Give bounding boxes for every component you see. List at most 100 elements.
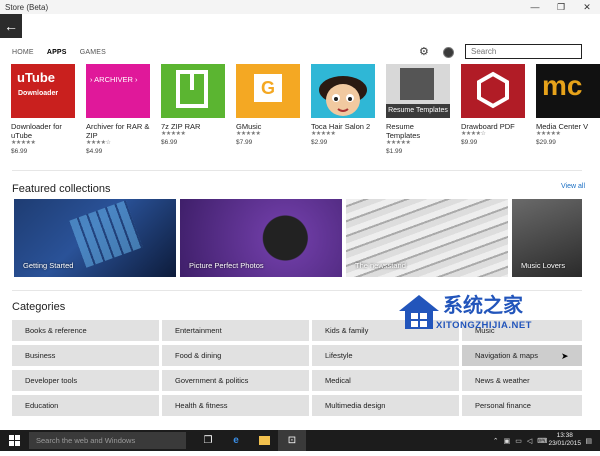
app-rating: ★★★★☆ <box>86 140 111 146</box>
app-card[interactable]: 7z ZIP RAR ★★★★★ $6.99 <box>161 64 225 147</box>
category-tile[interactable]: Books & reference <box>12 320 159 341</box>
category-tile[interactable]: Medical <box>312 370 459 391</box>
store-taskbar-icon[interactable]: ⊡ <box>278 430 306 451</box>
minimize-button[interactable]: — <box>522 0 548 14</box>
collection-label: Getting Started <box>23 261 74 270</box>
category-tile[interactable]: News & weather <box>462 370 582 391</box>
app-name[interactable]: Media Center V <box>536 122 600 131</box>
app-card[interactable]: Drawboard PDF ★★★★☆ $9.99 <box>461 64 525 147</box>
window-controls: — ❐ ✕ <box>522 0 600 14</box>
tab-apps[interactable]: APPS <box>47 49 67 56</box>
category-tile[interactable]: Multimedia design <box>312 395 459 416</box>
app-card[interactable]: Resume Templates Resume Templates ★★★★★ … <box>386 64 450 156</box>
tab-home[interactable]: HOME <box>12 49 34 56</box>
collection-picture-perfect-photos[interactable]: Picture Perfect Photos <box>180 199 342 277</box>
back-button[interactable]: ← <box>0 14 22 38</box>
app-rating: ★★★★★ <box>161 131 186 137</box>
tray-network-icon[interactable]: ▣ <box>504 437 511 445</box>
category-tile[interactable]: Health & fitness <box>162 395 309 416</box>
collection-music-lovers[interactable]: Music Lovers <box>512 199 582 277</box>
app-tile[interactable]: mc <box>536 64 600 118</box>
ie-browser-icon[interactable]: e <box>222 430 250 451</box>
app-price: $6.99 <box>11 148 28 155</box>
tray-volume-icon[interactable]: ◁ <box>527 437 532 445</box>
app-price: $7.99 <box>236 139 253 146</box>
section-divider <box>12 170 582 171</box>
drawboard-hex-icon <box>477 71 509 109</box>
app-name[interactable]: Resume Templates <box>386 122 450 140</box>
app-name[interactable]: Drawboard PDF <box>461 122 525 131</box>
category-tile[interactable]: Government & politics <box>162 370 309 391</box>
app-tile[interactable] <box>161 64 225 118</box>
featured-collections-title: Featured collections <box>12 183 111 195</box>
back-arrow-icon: ← <box>4 18 18 34</box>
app-price: $4.99 <box>86 148 103 155</box>
utube-logo: uTube <box>17 70 56 85</box>
action-center-icon[interactable]: ▤ <box>585 437 592 445</box>
taskbar-search-box[interactable]: Search the web and Windows <box>29 432 186 449</box>
avatar[interactable] <box>443 47 454 58</box>
app-card[interactable]: › ARCHIVER › Archiver for RAR & ZIP ★★★★… <box>86 64 150 156</box>
nav-tabs: HOME APPS GAMES <box>12 49 106 56</box>
clock-date: 23/01/2015 <box>548 440 581 447</box>
app-tile[interactable] <box>461 64 525 118</box>
category-tile[interactable]: Developer tools <box>12 370 159 391</box>
archiver-logo: › ARCHIVER › <box>90 75 138 84</box>
category-tile[interactable]: Education <box>12 395 159 416</box>
phone-tiles-image <box>69 200 143 268</box>
resume-doc-icon <box>400 68 434 100</box>
category-tile[interactable]: Personal finance <box>462 395 582 416</box>
category-tile[interactable]: Food & dining <box>162 345 309 366</box>
app-rating: ★★★★☆ <box>461 131 486 137</box>
category-tile[interactable]: Entertainment <box>162 320 309 341</box>
windows-logo-icon <box>9 435 20 446</box>
app-name[interactable]: Toca Hair Salon 2 <box>311 122 375 131</box>
search-input[interactable] <box>465 44 582 59</box>
mouse-cursor-icon: ➤ <box>561 351 569 361</box>
gear-icon[interactable]: ⚙ <box>419 46 431 58</box>
app-tile[interactable] <box>311 64 375 118</box>
zip-icon <box>176 70 208 108</box>
start-button[interactable] <box>0 430 28 451</box>
app-price: $9.99 <box>461 139 478 146</box>
app-card[interactable]: G GMusic ★★★★★ $7.99 <box>236 64 300 147</box>
app-rating: ★★★★★ <box>311 131 336 137</box>
watermark-house-icon <box>399 295 439 329</box>
tab-games[interactable]: GAMES <box>80 49 106 56</box>
app-tile[interactable]: Resume Templates <box>386 64 450 118</box>
app-tile[interactable]: uTube Downloader <box>11 64 75 118</box>
app-card[interactable]: mc Media Center V ★★★★★ $29.99 <box>536 64 600 147</box>
toca-face-icon <box>319 76 367 116</box>
maximize-button[interactable]: ❐ <box>548 0 574 14</box>
tray-up-arrow-icon[interactable]: ⌃ <box>493 437 499 445</box>
category-tile[interactable]: Lifestyle <box>312 345 459 366</box>
app-price: $2.99 <box>311 139 328 146</box>
app-name[interactable]: Downloader for uTube <box>11 122 75 140</box>
app-card[interactable]: Toca Hair Salon 2 ★★★★★ $2.99 <box>311 64 375 147</box>
app-name[interactable]: GMusic <box>236 122 300 131</box>
app-name[interactable]: Archiver for RAR & ZIP <box>86 122 150 140</box>
gmusic-logo: G <box>254 74 282 102</box>
apps-row: uTube Downloader Downloader for uTube ★★… <box>11 64 600 164</box>
app-tile[interactable]: › ARCHIVER › <box>86 64 150 118</box>
utube-tile-subtitle: Downloader <box>18 90 59 97</box>
close-button[interactable]: ✕ <box>574 0 600 14</box>
collection-label: Picture Perfect Photos <box>189 261 264 270</box>
taskbar: Search the web and Windows ❐ e ⊡ ⌃ ▣ ▭ ◁… <box>0 430 600 451</box>
collection-getting-started[interactable]: Getting Started <box>14 199 176 277</box>
view-all-link[interactable]: View all <box>561 183 585 190</box>
app-tile[interactable]: G <box>236 64 300 118</box>
app-card[interactable]: uTube Downloader Downloader for uTube ★★… <box>11 64 75 156</box>
file-explorer-icon[interactable] <box>250 430 278 451</box>
tray-battery-icon[interactable]: ▭ <box>515 437 522 445</box>
tray-keyboard-icon[interactable]: ⌨ <box>537 437 547 445</box>
collection-the-newsstand[interactable]: The newsstand <box>346 199 508 277</box>
categories-title: Categories <box>12 301 66 313</box>
site-watermark: 系统之家 XITONGZHIJIA.NET <box>393 287 583 342</box>
watermark-url-text: XITONGZHIJIA.NET <box>436 320 532 331</box>
task-view-icon[interactable]: ❐ <box>194 430 222 451</box>
taskbar-clock[interactable]: 13:38 23/01/2015 <box>548 432 581 448</box>
app-name[interactable]: 7z ZIP RAR <box>161 122 225 131</box>
collection-label: Music Lovers <box>521 261 566 270</box>
category-tile[interactable]: Business <box>12 345 159 366</box>
